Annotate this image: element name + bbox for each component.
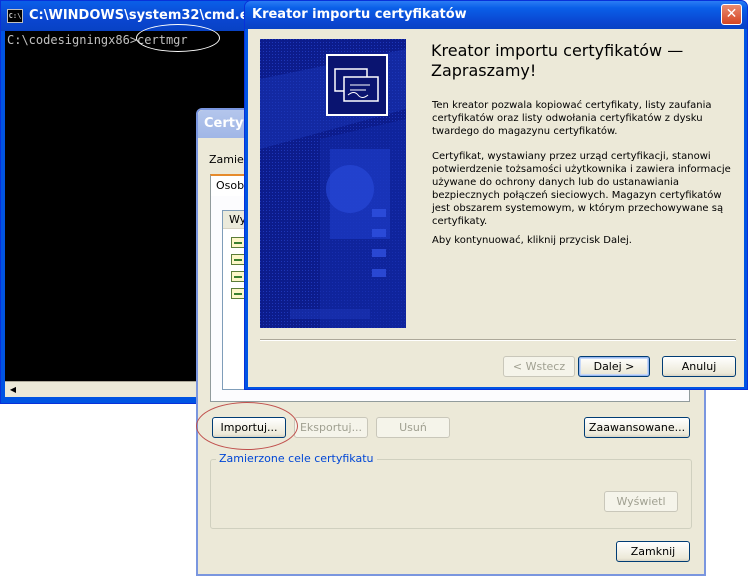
export-button[interactable]: Eksportuj... xyxy=(294,417,368,438)
command-highlight-ellipse xyxy=(136,24,220,52)
scroll-left-icon[interactable]: ◀ xyxy=(7,384,19,396)
close-button[interactable]: Zamknij xyxy=(616,541,690,562)
cmd-title-bar[interactable]: C:\ C:\WINDOWS\system32\cmd.exe - c xyxy=(1,1,251,31)
certificate-icon xyxy=(231,271,245,282)
wizard-certificate-description: Certyfikat, wystawiany przez urząd certy… xyxy=(432,151,731,227)
certificate-icon xyxy=(231,237,245,248)
import-highlight-ellipse xyxy=(196,402,298,450)
advanced-button[interactable]: Zaawansowane... xyxy=(584,417,690,438)
next-button[interactable]: Dalej > xyxy=(578,356,650,377)
certificate-wizard-icon xyxy=(326,54,388,116)
wizard-title: Kreator importu certyfikatów xyxy=(252,7,467,22)
close-icon[interactable]: ✕ xyxy=(721,4,742,25)
cmd-title: C:\WINDOWS\system32\cmd.exe - c xyxy=(29,8,251,23)
cancel-button[interactable]: Anuluj xyxy=(662,356,736,377)
wizard-body: Kreator importu certyfikatów — Zapraszam… xyxy=(248,29,744,387)
certificate-icon xyxy=(231,254,245,265)
wizard-heading: Kreator importu certyfikatów — Zapraszam… xyxy=(431,41,684,80)
wizard-intro-text: Ten kreator pozwala kopiować certyfikaty… xyxy=(432,100,712,137)
cmd-icon: C:\ xyxy=(7,9,23,23)
back-button[interactable]: < Wstecz xyxy=(503,356,575,377)
certificate-icon xyxy=(231,288,245,299)
certificate-purposes-label: Zamierzone cele certyfikatu xyxy=(216,452,377,465)
import-wizard-dialog: Kreator importu certyfikatów ✕ Kreator i… xyxy=(244,0,748,390)
wizard-title-bar[interactable]: Kreator importu certyfikatów ✕ xyxy=(245,1,747,29)
view-button[interactable]: Wyświetl xyxy=(604,491,678,512)
cmd-prompt: C:\codesigningx86> xyxy=(7,33,138,47)
wizard-banner xyxy=(260,39,406,328)
remove-button[interactable]: Usuń xyxy=(376,417,450,438)
wizard-continue-instruction: Aby kontynuować, kliknij przycisk Dalej. xyxy=(432,235,632,246)
wizard-separator xyxy=(260,339,736,341)
